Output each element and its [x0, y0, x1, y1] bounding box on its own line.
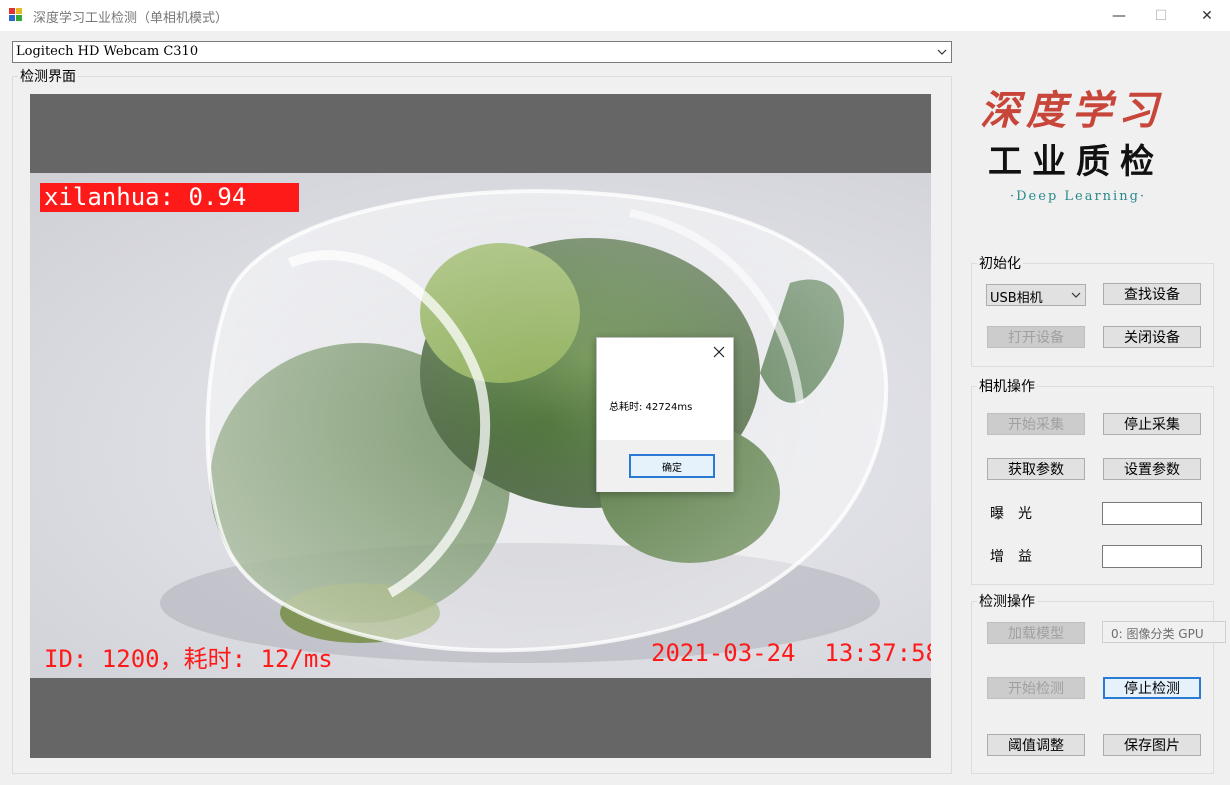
logo-line2: 工业质检 [988, 142, 1164, 182]
window-title: 深度学习工业检测（单相机模式） [33, 11, 229, 26]
logo-line3: ·Deep Learning· [1010, 189, 1147, 204]
app-icon [9, 8, 23, 22]
load-model-button[interactable]: 加载模型 [987, 622, 1085, 644]
exposure-label: 曝 光 [990, 506, 1032, 522]
init-group-title: 初始化 [977, 253, 1023, 273]
set-params-button[interactable]: 设置参数 [1103, 458, 1201, 480]
detection-group-title: 检测界面 [18, 66, 78, 86]
detect-ops-title: 检测操作 [977, 591, 1037, 611]
start-capture-button[interactable]: 开始采集 [987, 413, 1085, 435]
camera-frame: xilanhua: 0.94 ID: 1200，耗时: 12/ms 2021-0… [30, 173, 931, 678]
frame-timestamp: 2021-03-24 13:37:58 [651, 639, 931, 667]
camera-view: xilanhua: 0.94 ID: 1200，耗时: 12/ms 2021-0… [30, 94, 931, 758]
camera-select[interactable]: Logitech HD Webcam C310 [12, 41, 952, 63]
exposure-input[interactable] [1102, 502, 1202, 525]
get-params-button[interactable]: 获取参数 [987, 458, 1085, 480]
stop-capture-button[interactable]: 停止采集 [1103, 413, 1201, 435]
title-bar: 深度学习工业检测（单相机模式） — ☐ ✕ [0, 0, 1230, 31]
init-group [971, 263, 1214, 367]
camera-type-value: USB相机 [990, 291, 1043, 306]
save-image-button[interactable]: 保存图片 [1103, 734, 1201, 756]
camera-ops-title: 相机操作 [977, 376, 1037, 396]
dialog-ok-button[interactable]: 确定 [629, 454, 715, 478]
find-device-button[interactable]: 查找设备 [1103, 283, 1201, 305]
detection-label: xilanhua: 0.94 [44, 183, 247, 211]
dialog-close-icon[interactable] [713, 346, 725, 358]
message-dialog: 总耗时: 42724ms 确定 [596, 337, 734, 492]
camera-select-value: Logitech HD Webcam C310 [16, 44, 199, 59]
broccoli-image [160, 189, 889, 663]
logo-line1: 深度学习 [980, 87, 1164, 134]
close-button[interactable]: ✕ [1184, 0, 1230, 31]
open-device-button[interactable]: 打开设备 [987, 326, 1085, 348]
camera-type-select[interactable]: USB相机 [986, 284, 1086, 306]
chevron-down-icon [937, 49, 947, 55]
gain-label: 增 益 [990, 549, 1032, 565]
stop-detect-button[interactable]: 停止检测 [1103, 677, 1201, 699]
maximize-button[interactable]: ☐ [1138, 0, 1184, 31]
close-device-button[interactable]: 关闭设备 [1103, 326, 1201, 348]
start-detect-button[interactable]: 开始检测 [987, 677, 1085, 699]
model-mode-select[interactable]: 0: 图像分类 GPU [1102, 621, 1226, 643]
minimize-button[interactable]: — [1096, 0, 1142, 31]
chevron-down-icon [1071, 292, 1081, 298]
threshold-button[interactable]: 阈值调整 [987, 734, 1085, 756]
frame-stats: ID: 1200，耗时: 12/ms [44, 645, 333, 673]
dialog-message: 总耗时: 42724ms [609, 402, 693, 413]
gain-input[interactable] [1102, 545, 1202, 568]
